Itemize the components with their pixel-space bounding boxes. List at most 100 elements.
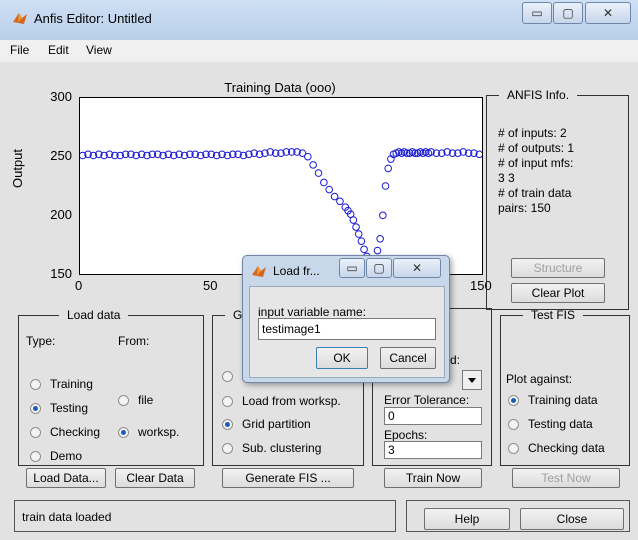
y-tick-label: 150: [50, 266, 72, 281]
test-fis-legend: Test FIS: [531, 308, 576, 322]
radio-label: Checking data: [528, 441, 605, 455]
radio-label: Training: [50, 377, 93, 391]
radio-test-testing-data[interactable]: [508, 419, 519, 430]
variable-name-input[interactable]: testimage1: [258, 318, 436, 340]
epochs-label: Epochs:: [384, 428, 428, 442]
error-tolerance-input[interactable]: 0: [384, 407, 482, 425]
radio-source-file[interactable]: [118, 395, 129, 406]
plot-against-label: Plot against:: [506, 372, 573, 386]
plot-title: Training Data (ooo): [224, 80, 336, 95]
y-tick-label: 250: [50, 148, 72, 163]
close-icon: ✕: [411, 261, 423, 275]
optim-method-dropdown[interactable]: [462, 370, 482, 390]
info-line: # of train data: [498, 186, 572, 200]
menu-bar: File Edit View: [0, 40, 638, 62]
radio-label: Load from worksp.: [242, 394, 341, 408]
radio-label: Grid partition: [242, 417, 311, 431]
radio-type-demo[interactable]: [30, 451, 41, 462]
y-tick-label: 300: [50, 89, 72, 104]
data-point: [314, 169, 323, 177]
menu-view[interactable]: View: [86, 43, 112, 57]
radio-gen-load-from-file[interactable]: [222, 371, 233, 382]
data-point: [325, 185, 334, 194]
error-tolerance-label: Error Tolerance:: [384, 393, 470, 407]
data-point: [352, 223, 360, 231]
dialog-body: input variable name: testimage1 OK Cance…: [249, 286, 445, 378]
data-point: [357, 237, 366, 245]
clear-plot-button[interactable]: Clear Plot: [511, 283, 605, 303]
anfis-info-legend: ANFIS Info.: [507, 88, 570, 102]
help-button[interactable]: Help: [424, 508, 510, 530]
status-panel: train data loaded: [14, 500, 396, 532]
radio-type-training[interactable]: [30, 379, 41, 390]
info-line: # of input mfs:: [498, 156, 574, 170]
maximize-icon: ▢: [562, 6, 574, 20]
load-data-button[interactable]: Load Data...: [26, 468, 106, 488]
minimize-icon: ▭: [346, 261, 358, 275]
data-point: [384, 164, 393, 173]
data-point: [360, 245, 368, 254]
dropdown-arrow-icon: [468, 378, 476, 383]
generate-fis-button[interactable]: Generate FIS ...: [222, 468, 354, 488]
radio-label: Sub. clustering: [242, 441, 322, 455]
maximize-button[interactable]: ▢: [553, 2, 583, 24]
radio-label: worksp.: [138, 425, 180, 439]
data-point: [330, 192, 339, 201]
dialog-ok-button[interactable]: OK: [316, 347, 368, 369]
radio-label: file: [138, 393, 154, 407]
close-icon: ✕: [602, 6, 614, 20]
test-now-button[interactable]: Test Now: [512, 468, 620, 488]
train-now-button[interactable]: Train Now: [384, 468, 482, 488]
data-point: [349, 216, 358, 224]
radio-source-workspace[interactable]: [118, 427, 129, 438]
dialog-maximize-button[interactable]: ▢: [366, 258, 392, 278]
radio-label: Testing: [50, 401, 89, 415]
structure-button[interactable]: Structure: [511, 258, 605, 278]
radio-label: Training data: [528, 393, 598, 407]
status-text: train data loaded: [22, 510, 112, 524]
menu-file[interactable]: File: [10, 43, 29, 57]
data-point: [320, 178, 328, 187]
y-tick-label: 200: [50, 207, 72, 222]
menu-edit[interactable]: Edit: [48, 43, 69, 57]
scatter-plot: [80, 148, 482, 269]
radio-test-training-data[interactable]: [508, 395, 519, 406]
data-point: [379, 211, 387, 220]
matlab-logo-icon: [13, 13, 27, 24]
minimize-button[interactable]: ▭: [522, 2, 552, 24]
close-window-button[interactable]: ✕: [585, 2, 631, 24]
close-button[interactable]: Close: [520, 508, 624, 530]
radio-type-checking[interactable]: [30, 427, 41, 438]
title-bar[interactable]: Anfis Editor: Untitled ▭ ▢ ✕: [0, 0, 638, 40]
anfis-info-text: # of inputs: 2 # of outputs: 1 # of inpu…: [498, 126, 574, 216]
data-point: [354, 230, 363, 238]
info-line: pairs: 150: [498, 201, 551, 215]
dialog-cancel-button[interactable]: Cancel: [380, 347, 436, 369]
info-line: # of outputs: 1: [498, 141, 575, 155]
epochs-input[interactable]: 3: [384, 441, 482, 459]
clear-data-button[interactable]: Clear Data: [115, 468, 195, 488]
data-point: [309, 161, 317, 169]
load-data-legend: Load data: [67, 308, 121, 322]
radio-gen-grid-partition[interactable]: [222, 419, 233, 430]
data-point: [373, 246, 382, 255]
load-data-panel: Load data: [18, 308, 204, 466]
radio-test-checking-data[interactable]: [508, 443, 519, 454]
info-line: 3 3: [498, 171, 515, 185]
data-point: [376, 235, 384, 243]
minimize-icon: ▭: [531, 6, 543, 20]
dialog-title: Load fr...: [273, 264, 320, 278]
data-point: [304, 152, 312, 161]
dialog-minimize-button[interactable]: ▭: [339, 258, 365, 278]
radio-gen-sub-clustering[interactable]: [222, 443, 233, 454]
plot-area: [79, 97, 483, 275]
radio-label: Demo: [50, 449, 83, 463]
radio-gen-load-from-workspace[interactable]: [222, 396, 233, 407]
x-tick-label: 50: [203, 278, 218, 293]
y-axis-label: Output: [10, 148, 25, 188]
from-label: From:: [118, 334, 150, 348]
dialog-close-button[interactable]: ✕: [393, 258, 441, 278]
radio-type-testing[interactable]: [30, 403, 41, 414]
data-point: [381, 182, 390, 190]
load-variable-dialog: Load fr... ▭ ▢ ✕ input variable name: te…: [242, 255, 450, 383]
